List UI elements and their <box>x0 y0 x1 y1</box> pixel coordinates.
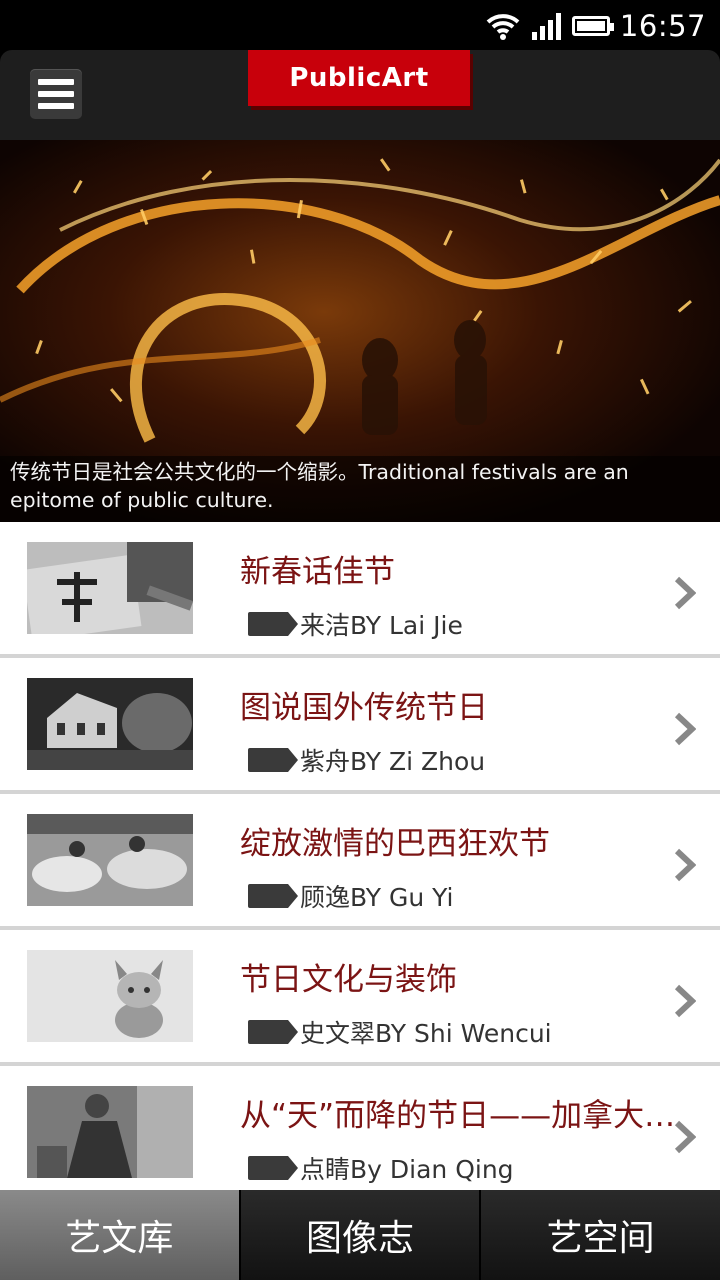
article-thumbnail <box>27 1086 193 1178</box>
thumbnail-image <box>27 678 193 770</box>
hamburger-line <box>38 91 74 97</box>
tab-tuxiangzhi[interactable]: 图像志 <box>240 1190 482 1280</box>
thumbnail-image <box>27 1086 193 1178</box>
article-author: 来洁BY Lai Jie <box>300 611 463 640</box>
chevron-right-icon <box>674 848 696 882</box>
article-title: 新春话佳节 <box>240 554 395 590</box>
thumbnail-image <box>27 950 193 1042</box>
status-time: 16:57 <box>619 9 706 43</box>
article-item[interactable]: 节日文化与装饰 史文翠BY Shi Wencui <box>0 930 720 1066</box>
author-row: 顾逸BY Gu Yi <box>248 878 454 914</box>
article-item[interactable]: 新春话佳节 来洁BY Lai Jie <box>0 522 720 658</box>
tab-yiwenku[interactable]: 艺文库 <box>0 1190 241 1280</box>
article-author: 紫舟BY Zi Zhou <box>300 747 486 776</box>
article-thumbnail <box>27 678 193 770</box>
article-title: 图说国外传统节日 <box>240 690 488 726</box>
signal-icon <box>531 13 561 40</box>
chevron-right-icon <box>674 576 696 610</box>
chevron-right-icon <box>674 712 696 746</box>
author-row: 点睛By Dian Qing <box>248 1150 514 1186</box>
article-list: 新春话佳节 来洁BY Lai Jie 图说国外传统节日 紫舟BY Zi Zhou <box>0 522 720 1190</box>
hero-banner[interactable]: 传统节日是社会公共文化的一个缩影。Traditional festivals a… <box>0 140 720 522</box>
status-bar: 16:57 <box>0 0 720 50</box>
thumbnail-image <box>27 814 193 906</box>
tag-icon <box>248 884 298 908</box>
battery-icon <box>571 16 614 36</box>
article-thumbnail <box>27 950 193 1042</box>
hamburger-line <box>38 103 74 109</box>
status-icons: 16:57 <box>486 8 706 44</box>
tag-icon <box>248 1020 298 1044</box>
author-row: 来洁BY Lai Jie <box>248 606 463 642</box>
chevron-right-icon <box>674 984 696 1018</box>
author-row: 紫舟BY Zi Zhou <box>248 742 485 778</box>
article-item[interactable]: 图说国外传统节日 紫舟BY Zi Zhou <box>0 658 720 794</box>
chevron-right-icon <box>674 1120 696 1154</box>
tag-icon <box>248 612 298 636</box>
article-title: 绽放激情的巴西狂欢节 <box>240 826 550 862</box>
article-author: 点睛By Dian Qing <box>300 1155 514 1184</box>
bottom-nav: 艺文库 图像志 艺空间 <box>0 1190 720 1280</box>
hero-caption: 传统节日是社会公共文化的一个缩影。Traditional festivals a… <box>0 456 720 522</box>
article-author: 顾逸BY Gu Yi <box>300 883 454 912</box>
article-title: 从“天”而降的节日——加拿大枫叶节 <box>240 1098 692 1134</box>
app-header: PublicArt <box>0 50 720 140</box>
tag-icon <box>248 1156 298 1180</box>
menu-button[interactable] <box>30 69 82 119</box>
article-thumbnail <box>27 814 193 906</box>
thumbnail-image <box>27 542 193 634</box>
article-item[interactable]: 从“天”而降的节日——加拿大枫叶节 点睛By Dian Qing <box>0 1066 720 1190</box>
article-title: 节日文化与装饰 <box>240 962 457 998</box>
tab-yikongjian[interactable]: 艺空间 <box>481 1190 720 1280</box>
article-thumbnail <box>27 542 193 634</box>
wifi-icon <box>486 14 520 40</box>
hamburger-line <box>38 79 74 85</box>
article-author: 史文翠BY Shi Wencui <box>300 1019 552 1048</box>
publicart-logo: PublicArt <box>248 50 470 106</box>
article-item[interactable]: 绽放激情的巴西狂欢节 顾逸BY Gu Yi <box>0 794 720 930</box>
tag-icon <box>248 748 298 772</box>
author-row: 史文翠BY Shi Wencui <box>248 1014 552 1050</box>
